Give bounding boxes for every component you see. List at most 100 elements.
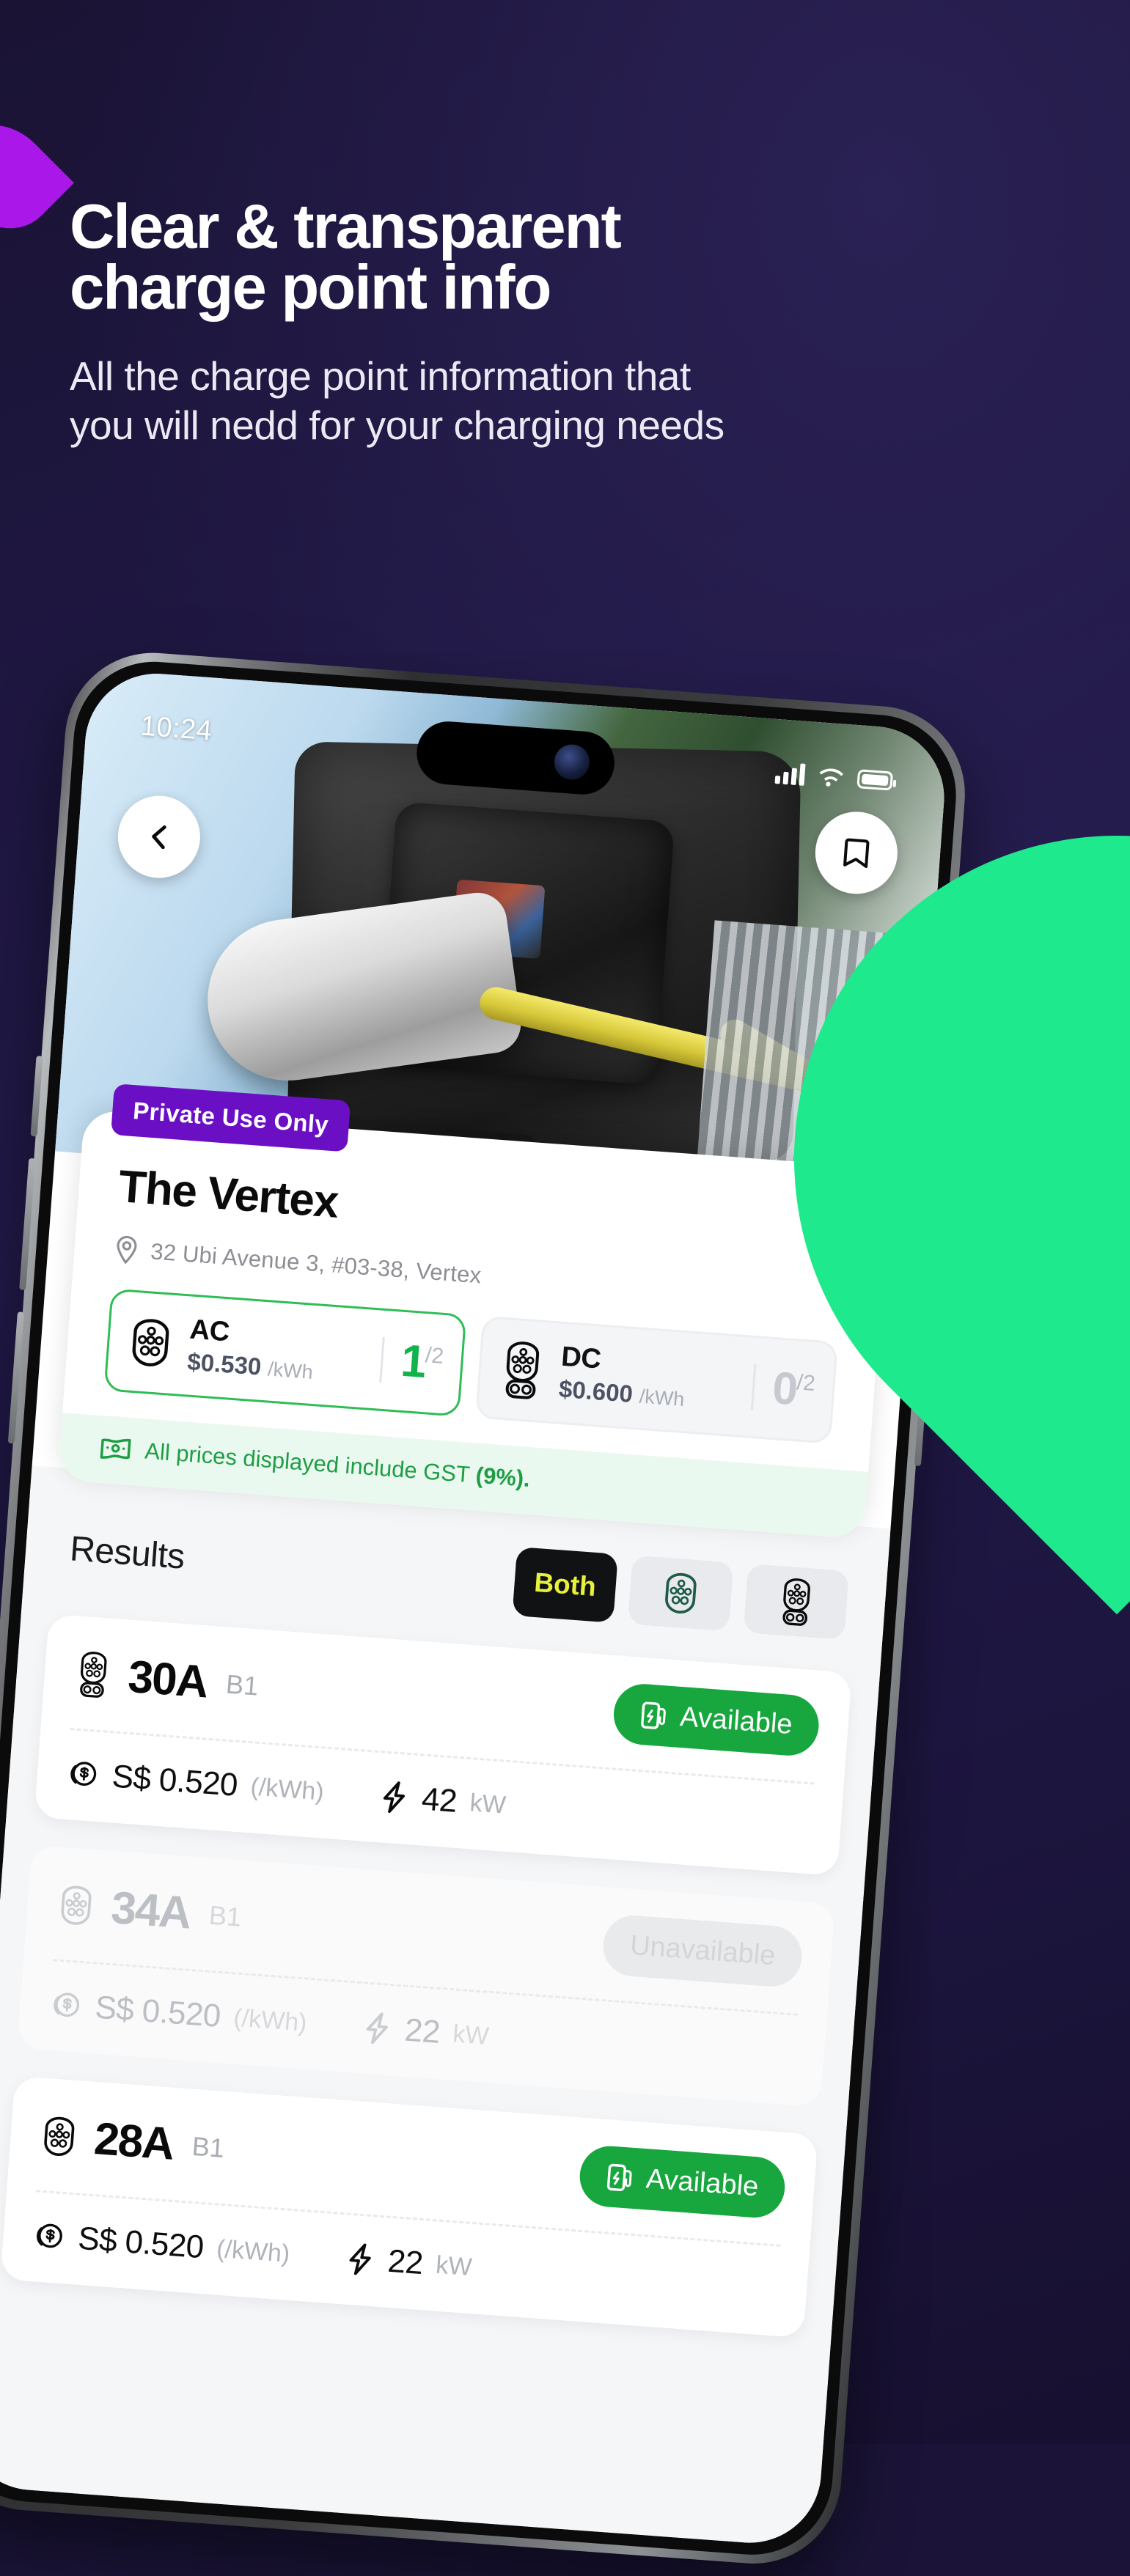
charger-amps: 28A: [92, 2113, 175, 2170]
headline-line-1: Clear & transparent: [70, 192, 622, 262]
charger-icon: [607, 2163, 633, 2191]
status-badge: Unavailable: [601, 1913, 804, 1989]
chevron-left-icon: [152, 825, 166, 850]
charger-card[interactable]: 28A B1 Available S$ 0.520 (/kWh) 22 kW: [0, 2075, 818, 2338]
dc-connector-icon: [782, 1578, 810, 1626]
dc-available-count: 0: [771, 1362, 799, 1416]
bookmark-icon: [843, 838, 870, 868]
dc-price-unit: /kWh: [638, 1385, 686, 1411]
power-value: 22: [403, 2012, 441, 2050]
charger-card-header: 30A B1 Available: [72, 1642, 821, 1758]
cellular-bars-icon: [774, 762, 806, 786]
dc-availability: 0 /2: [751, 1362, 817, 1416]
price-value: S$ 0.520: [93, 1989, 222, 2035]
phone-screen: 10:24 Results Both 30A B1 Available S$ 0…: [0, 669, 950, 2548]
status-label: Available: [678, 1701, 794, 1741]
bolt-icon: [367, 2012, 389, 2045]
price-metric: S$ 0.520 (/kWh): [65, 1755, 325, 1811]
price-unit: (/kWh): [216, 2234, 291, 2268]
ac-connector-icon: [44, 2116, 75, 2156]
front-camera-icon: [553, 743, 591, 781]
charger-bay: B1: [224, 1668, 260, 1701]
price-metric: S$ 0.520 (/kWh): [32, 2217, 291, 2273]
status-label: Unavailable: [628, 1929, 777, 1972]
charger-card-header: 28A B1 Available: [38, 2105, 788, 2220]
power-value: 42: [420, 1781, 458, 1819]
ac-price-unit: /kWh: [267, 1358, 314, 1383]
status-badge: Available: [612, 1682, 821, 1758]
promo-subhead: All the charge point information that yo…: [70, 352, 810, 450]
price-value: S$ 0.520: [76, 2220, 205, 2266]
headline-line-2: charge point info: [70, 253, 551, 323]
status-clock: 10:24: [139, 710, 213, 746]
price-metric: S$ 0.520 (/kWh): [48, 1986, 308, 2042]
ac-connector-icon: [61, 1885, 92, 1925]
gst-message: All prices displayed include GST: [144, 1438, 477, 1488]
ac-connector-text: AC $0.530 /kWh: [186, 1314, 369, 1389]
power-unit: kW: [452, 2019, 491, 2050]
results-title: Results: [68, 1528, 186, 1577]
ac-connector-icon: [665, 1573, 697, 1613]
charger-card[interactable]: 34A B1 Unavailable S$ 0.520 (/kWh) 22 kW: [17, 1844, 835, 2108]
power-metric: 42 kW: [380, 1778, 507, 1823]
wifi-icon: [819, 768, 843, 787]
charger-identity: 30A B1: [73, 1646, 260, 1712]
coin-icon: [70, 1762, 97, 1786]
charger-icon: [641, 1701, 667, 1729]
charger-identity: 28A B1: [38, 2109, 226, 2174]
venue-address: 32 Ubi Avenue 3, #03-38, Vertex: [150, 1238, 483, 1289]
subhead-line-1: All the charge point information that: [70, 353, 691, 399]
charge-point-detail-card: Private Use Only The Vertex 32 Ubi Avenu…: [57, 1083, 891, 1539]
filter-dc-button[interactable]: [743, 1564, 850, 1640]
status-label: Available: [645, 2163, 760, 2203]
ac-availability: 1 /2: [379, 1335, 445, 1388]
connector-summary-dc[interactable]: DC $0.600 /kWh 0 /2: [475, 1315, 838, 1444]
filter-both-label: Both: [533, 1567, 598, 1602]
ac-available-count: 1: [399, 1335, 427, 1388]
price-unit: (/kWh): [232, 2003, 308, 2037]
subhead-line-2: you will nedd for your charging needs: [70, 402, 724, 449]
charger-list: 30A B1 Available S$ 0.520 (/kWh) 42 kW 3…: [0, 1580, 882, 2340]
status-indicators: [774, 762, 894, 792]
connector-summary-ac[interactable]: AC $0.530 /kWh 1 /2: [103, 1288, 467, 1417]
connector-summary-row: AC $0.530 /kWh 1 /2 DC $0.600 /kWh 0 /2: [103, 1288, 838, 1444]
charger-card-header: 34A B1 Unavailable: [55, 1873, 804, 1989]
ac-total-count: /2: [424, 1343, 445, 1369]
charger-amps: 34A: [109, 1882, 192, 1939]
bolt-icon: [384, 1781, 406, 1814]
charger-metrics: S$ 0.520 (/kWh) 22 kW: [32, 2217, 779, 2308]
phone-mockup: 10:24 Results Both 30A B1 Available S$ 0…: [0, 624, 1053, 2570]
power-metric: 22 kW: [362, 2009, 490, 2055]
power-unit: kW: [469, 1788, 507, 1819]
volume-down-button[interactable]: [7, 1311, 24, 1444]
money-note-icon: [100, 1438, 131, 1460]
ac-price-value: $0.530: [186, 1347, 263, 1380]
gst-rate: (9%).: [474, 1462, 532, 1492]
charger-identity: 34A B1: [55, 1877, 243, 1943]
charger-bay: B1: [191, 2130, 226, 2163]
dc-connector-icon: [80, 1651, 107, 1698]
charger-metrics: S$ 0.520 (/kWh) 22 kW: [48, 1986, 796, 2077]
filter-ac-button[interactable]: [627, 1555, 734, 1632]
charger-bay: B1: [208, 1899, 243, 1932]
battery-icon: [856, 769, 894, 791]
bolt-icon: [350, 2243, 372, 2275]
map-pin-icon: [117, 1235, 137, 1265]
filter-both-button[interactable]: Both: [512, 1546, 618, 1623]
status-badge: Available: [578, 2143, 788, 2220]
promo-headline: Clear & transparent charge point info: [70, 196, 803, 319]
price-value: S$ 0.520: [111, 1758, 239, 1803]
power-metric: 22 kW: [345, 2240, 473, 2286]
volume-up-button[interactable]: [19, 1158, 36, 1290]
charger-card[interactable]: 30A B1 Available S$ 0.520 (/kWh) 42 kW: [34, 1613, 852, 1877]
dc-connector-text: DC $0.600 /kWh: [557, 1342, 741, 1416]
gst-text: All prices displayed include GST (9%).: [144, 1438, 531, 1492]
price-unit: (/kWh): [249, 1772, 325, 1806]
dc-total-count: /2: [796, 1370, 816, 1396]
coin-icon: [37, 2223, 62, 2248]
coin-icon: [54, 1992, 80, 2017]
dc-price-value: $0.600: [557, 1375, 634, 1407]
power-unit: kW: [435, 2251, 473, 2281]
charger-amps: 30A: [126, 1651, 209, 1708]
silent-switch[interactable]: [30, 1056, 43, 1137]
